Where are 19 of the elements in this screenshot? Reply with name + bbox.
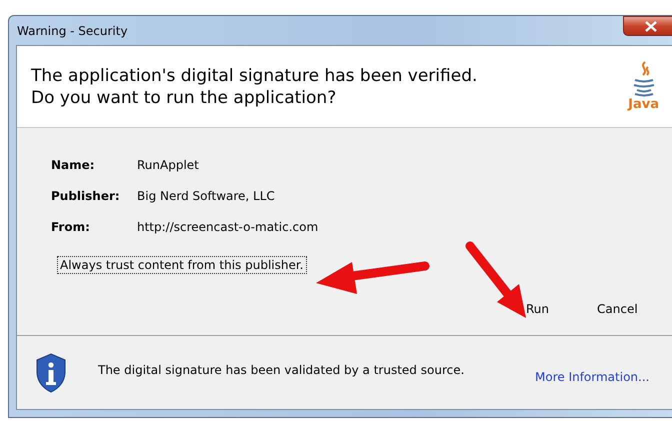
detail-label: From: (51, 220, 91, 234)
detail-label: Publisher: (51, 189, 121, 203)
close-button[interactable] (623, 16, 672, 36)
detail-value: Big Nerd Software, LLC (137, 189, 276, 203)
dialog-button[interactable]: Cancel (591, 300, 644, 318)
shield-info-icon (34, 352, 68, 392)
detail-label: Name: (51, 158, 96, 172)
logo-text: Java (628, 97, 659, 112)
window-title: Warning - Security (16, 24, 128, 38)
detail-value: RunApplet (137, 158, 200, 172)
close-icon (644, 20, 656, 32)
footer-message: The digital signature has been validated by a trusted source. (98, 362, 464, 376)
header-message: Do you want to run the application? (31, 88, 338, 108)
coffee-cup-icon (632, 61, 656, 97)
trust-option[interactable]: Always trust content from this publisher. (57, 256, 306, 274)
dialog-button[interactable]: Run (520, 300, 556, 318)
detail-value: http://screencast-o-matic.com (137, 220, 320, 234)
header-message: The application's digital signature has been verified. (31, 66, 478, 86)
more-information-link[interactable]: More Information... (535, 370, 650, 384)
